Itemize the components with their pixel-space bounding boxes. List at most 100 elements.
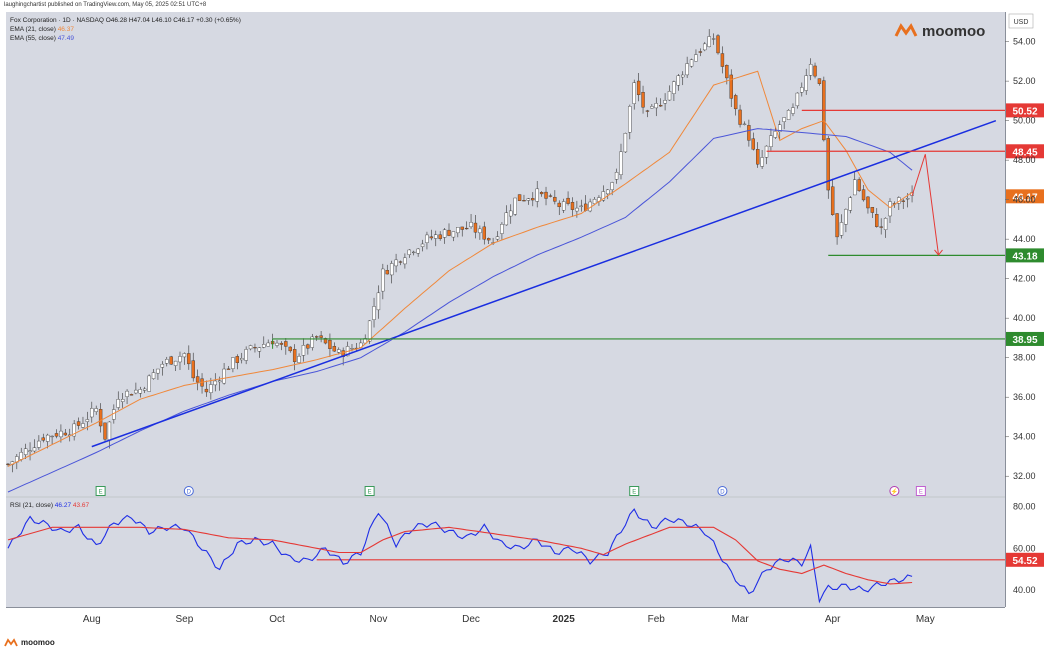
candle-up bbox=[116, 399, 120, 408]
candle-up bbox=[848, 197, 853, 211]
candle-down bbox=[566, 197, 570, 204]
candle-up bbox=[694, 54, 698, 62]
candle-up bbox=[389, 263, 394, 276]
candle-down bbox=[473, 222, 478, 233]
candle-up bbox=[685, 63, 689, 76]
candle-up bbox=[844, 209, 848, 225]
candle-down bbox=[544, 191, 548, 199]
candle-up bbox=[614, 172, 619, 180]
candle-up bbox=[667, 91, 672, 101]
candle-up bbox=[147, 375, 151, 392]
candle-up bbox=[526, 198, 531, 201]
candle-down bbox=[817, 78, 822, 84]
candle-up bbox=[151, 372, 156, 379]
candle-down bbox=[756, 149, 760, 165]
candle-up bbox=[504, 212, 509, 226]
time-axis-label: Aug bbox=[83, 614, 101, 625]
candle-up bbox=[37, 440, 41, 448]
candle-up bbox=[883, 218, 888, 230]
price-tick-label: 42.00 bbox=[1013, 274, 1036, 284]
candle-up bbox=[650, 106, 654, 109]
candle-up bbox=[561, 201, 566, 211]
candle-down bbox=[429, 236, 434, 239]
candle-up bbox=[434, 234, 438, 239]
candle-up bbox=[143, 388, 147, 391]
candle-down bbox=[870, 207, 875, 213]
candle-up bbox=[28, 450, 32, 453]
candle-up bbox=[800, 87, 804, 93]
candle-up bbox=[182, 353, 187, 358]
candle-up bbox=[416, 248, 420, 254]
candle-down bbox=[6, 463, 10, 465]
candle-up bbox=[804, 75, 808, 91]
candle-down bbox=[570, 202, 575, 210]
candle-up bbox=[773, 130, 778, 138]
candle-up bbox=[579, 205, 583, 207]
price-tick-label: 32.00 bbox=[1013, 471, 1036, 481]
candle-up bbox=[120, 399, 125, 402]
rsi-ma-legend-value: 43.67 bbox=[73, 502, 90, 509]
candle-down bbox=[857, 179, 861, 191]
candle-up bbox=[350, 348, 354, 350]
candle-down bbox=[98, 409, 103, 427]
event-marker-label: E bbox=[632, 490, 636, 496]
candle-down bbox=[292, 349, 297, 362]
candle-down bbox=[235, 356, 240, 363]
price-axis-border bbox=[1005, 12, 1006, 607]
candle-down bbox=[553, 196, 557, 202]
candle-up bbox=[297, 355, 301, 363]
moomoo-logo-icon bbox=[4, 638, 18, 647]
candle-down bbox=[482, 226, 486, 240]
legend-ema55-label: EMA (55, close) 47.49 bbox=[10, 35, 74, 42]
candle-up bbox=[23, 448, 28, 455]
candle-up bbox=[513, 197, 517, 215]
price-tick-label: 36.00 bbox=[1013, 392, 1036, 402]
footer-brand-text: moomoo bbox=[21, 638, 55, 647]
candle-down bbox=[385, 270, 389, 275]
rsi-level-label: 54.52 bbox=[1012, 556, 1037, 567]
candle-up bbox=[420, 243, 425, 247]
candle-up bbox=[500, 224, 504, 234]
candle-up bbox=[575, 207, 579, 212]
candle-down bbox=[901, 200, 905, 202]
candle-down bbox=[830, 186, 835, 215]
candle-down bbox=[306, 344, 310, 349]
candle-down bbox=[315, 336, 319, 338]
time-axis-label: 2025 bbox=[553, 614, 576, 625]
candle-down bbox=[531, 198, 535, 201]
candle-up bbox=[178, 356, 182, 363]
candle-up bbox=[213, 380, 217, 386]
candle-up bbox=[90, 408, 94, 418]
legend-ema55-value: 47.49 bbox=[58, 35, 75, 42]
time-axis-label: Mar bbox=[731, 614, 749, 625]
event-marker-label: ⚡ bbox=[891, 488, 898, 496]
candle-down bbox=[658, 105, 663, 107]
candle-down bbox=[204, 388, 209, 393]
candle-up bbox=[244, 349, 248, 361]
candle-up bbox=[266, 342, 270, 347]
candle-up bbox=[632, 82, 636, 104]
time-axis-label: May bbox=[916, 614, 935, 625]
candle-up bbox=[32, 447, 37, 452]
candle-up bbox=[376, 292, 381, 311]
candle-down bbox=[636, 80, 641, 96]
candle-up bbox=[456, 227, 460, 234]
time-axis-label: Feb bbox=[648, 614, 666, 625]
candle-down bbox=[398, 261, 403, 263]
candle-down bbox=[879, 226, 883, 228]
chart-canvas[interactable]: 50.5248.4543.1838.9546.1754.0052.0050.00… bbox=[0, 0, 1050, 650]
candle-up bbox=[394, 259, 398, 267]
candle-down bbox=[866, 196, 870, 209]
candle-up bbox=[808, 64, 813, 76]
candle-up bbox=[628, 106, 632, 133]
candle-up bbox=[769, 135, 773, 147]
candle-up bbox=[839, 222, 844, 236]
candle-down bbox=[641, 92, 645, 108]
candle-up bbox=[85, 419, 90, 422]
candle-up bbox=[372, 306, 376, 320]
candle-up bbox=[592, 199, 597, 204]
candle-down bbox=[747, 125, 751, 141]
candle-up bbox=[888, 201, 892, 217]
candle-down bbox=[460, 226, 464, 230]
candle-up bbox=[50, 435, 54, 438]
